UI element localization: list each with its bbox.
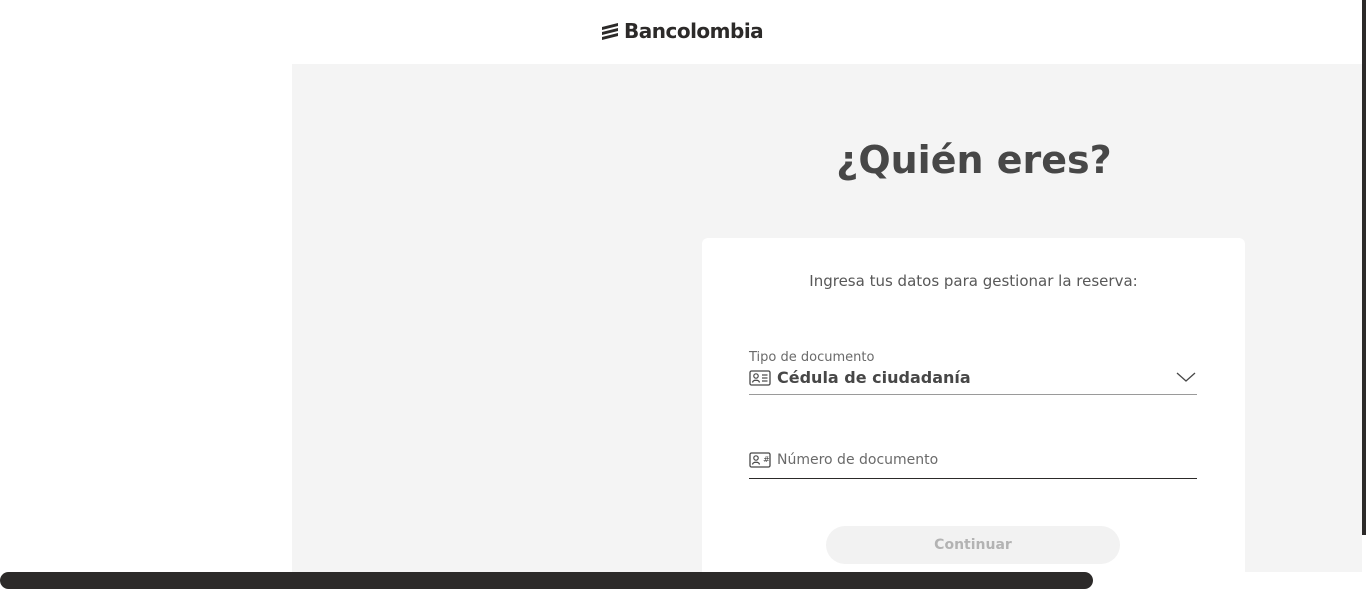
document-type-value-row: Cédula de ciudadanía [749, 368, 971, 387]
bancolombia-logo[interactable]: Bancolombia [600, 18, 764, 44]
main-content: ¿Quién eres? Ingresa tus datos para gest… [292, 64, 1362, 572]
vertical-scrollbar[interactable] [1362, 0, 1366, 535]
id-card-icon [749, 369, 771, 386]
document-type-select[interactable]: Tipo de documento Cédula de ciudadanía [749, 348, 1197, 395]
id-card-icon: # [749, 452, 771, 468]
horizontal-scrollbar[interactable] [0, 572, 1093, 589]
document-number-field[interactable]: # Número de documento [749, 448, 1197, 479]
bancolombia-logo-icon [602, 23, 618, 40]
identification-form-card: Ingresa tus datos para gestionar la rese… [702, 238, 1245, 572]
form-subtitle: Ingresa tus datos para gestionar la rese… [809, 272, 1138, 290]
page-title: ¿Quién eres? [836, 138, 1112, 182]
top-header: Bancolombia [0, 0, 1362, 64]
document-number-row: # Número de documento [749, 452, 938, 468]
svg-text:#: # [763, 455, 770, 464]
document-type-selected-value: Cédula de ciudadanía [777, 368, 971, 387]
chevron-down-icon[interactable] [1175, 370, 1197, 384]
brand-name: Bancolombia [624, 19, 764, 43]
continue-button[interactable]: Continuar [826, 526, 1120, 564]
document-type-label: Tipo de documento [749, 350, 875, 365]
document-number-input[interactable]: Número de documento [777, 452, 938, 468]
